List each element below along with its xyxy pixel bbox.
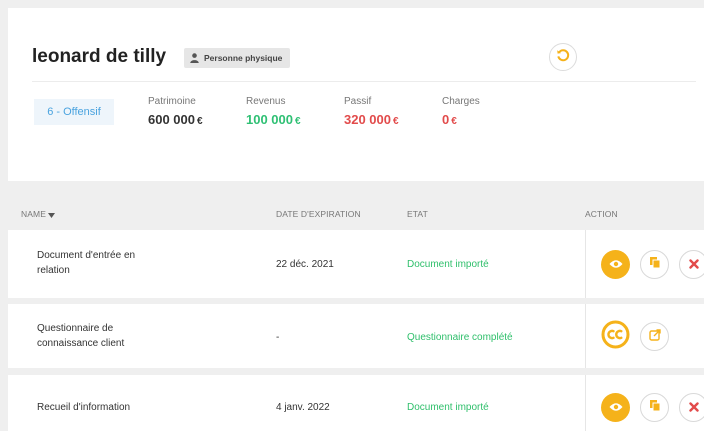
stat-value: 100 000 € xyxy=(246,112,301,127)
table-header: NAME DATE D'EXPIRATION ETAT ACTION xyxy=(8,195,704,230)
action-divider xyxy=(585,230,586,298)
close-icon xyxy=(688,256,699,274)
row-state: Document importé xyxy=(407,259,489,270)
view-button[interactable] xyxy=(601,393,630,422)
stat-value: 600 000 € xyxy=(148,112,203,127)
stat-label: Charges xyxy=(442,96,480,107)
row-name: Questionnaire de connaissance client xyxy=(37,323,125,349)
client-type-badge: Personne physique xyxy=(184,48,291,68)
stat-revenus: Revenus 100 000 € xyxy=(246,96,301,127)
open-external-button[interactable] xyxy=(640,322,669,351)
stat-value: 0 € xyxy=(442,112,457,127)
external-link-icon xyxy=(648,328,661,346)
eye-icon xyxy=(609,399,623,417)
questionnaire-button[interactable] xyxy=(601,320,630,354)
copy-button[interactable] xyxy=(640,393,669,422)
row-name: Recueil d'information xyxy=(37,402,131,413)
delete-button[interactable] xyxy=(679,250,704,279)
client-name: leonard de tilly xyxy=(32,46,167,67)
table-row: Document d'entrée en relation 22 déc. 20… xyxy=(8,230,704,298)
row-expiry-date: 22 déc. 2021 xyxy=(276,259,334,270)
refresh-button[interactable] xyxy=(549,43,577,71)
stat-value: 320 000 € xyxy=(344,112,399,127)
table-row: Questionnaire de connaissance client - Q… xyxy=(8,304,704,368)
client-header-card: leonard de tilly Personne physique 6 - O… xyxy=(8,8,704,181)
header-divider xyxy=(32,81,696,82)
column-header-action: ACTION xyxy=(585,209,618,219)
row-expiry-date: 4 janv. 2022 xyxy=(276,402,330,413)
row-state: Questionnaire complété xyxy=(407,332,513,343)
column-header-expiry: DATE D'EXPIRATION xyxy=(276,209,361,219)
row-expiry-date: - xyxy=(276,332,280,343)
stat-patrimoine: Patrimoine 600 000 € xyxy=(148,96,203,127)
column-header-state: ETAT xyxy=(407,209,428,219)
person-icon xyxy=(190,53,199,63)
action-divider xyxy=(585,304,586,368)
client-type-label: Personne physique xyxy=(204,53,283,63)
copy-button[interactable] xyxy=(640,250,669,279)
column-header-name[interactable]: NAME xyxy=(21,209,56,220)
stat-label: Passif xyxy=(344,96,372,107)
stat-label: Revenus xyxy=(246,96,286,107)
delete-button[interactable] xyxy=(679,393,704,422)
cc-icon xyxy=(601,320,630,354)
stat-label: Patrimoine xyxy=(148,96,196,107)
risk-profile-badge: 6 - Offensif xyxy=(34,99,114,125)
close-icon xyxy=(688,399,699,417)
row-name: Document d'entrée en relation xyxy=(37,250,136,276)
sort-down-icon xyxy=(48,210,56,220)
stat-passif: Passif 320 000 € xyxy=(344,96,399,127)
stat-charges: Charges 0 € xyxy=(442,96,480,127)
table-row: Recueil d'information 4 janv. 2022 Docum… xyxy=(8,375,704,431)
row-state: Document importé xyxy=(407,402,489,413)
copy-icon xyxy=(649,399,661,417)
eye-icon xyxy=(609,256,623,274)
refresh-icon xyxy=(556,48,570,67)
copy-icon xyxy=(649,256,661,274)
action-divider xyxy=(585,375,586,431)
view-button[interactable] xyxy=(601,250,630,279)
